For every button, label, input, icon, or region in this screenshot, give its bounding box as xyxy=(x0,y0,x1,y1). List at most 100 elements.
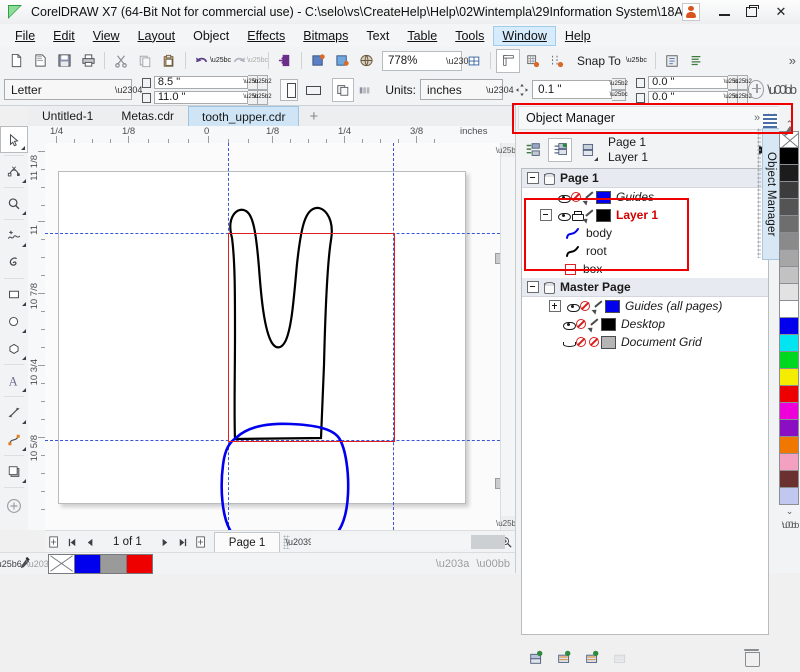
menu-window[interactable]: Window xyxy=(493,25,556,46)
doc-tab-untitled-1[interactable]: Untitled-1 xyxy=(28,106,107,126)
scroll-up-button[interactable]: \u25b2 xyxy=(496,143,515,157)
vertical-ruler[interactable]: 11 1/8 11 10 7/8 10 3/4 10 5/8 xyxy=(28,143,46,530)
undo-dropdown-icon[interactable]: \u25bc xyxy=(210,50,231,72)
object-manager-vertical-tab[interactable]: Object Manager xyxy=(762,128,780,260)
delete-button[interactable] xyxy=(744,648,760,667)
palette-swatch-none[interactable] xyxy=(48,553,75,574)
nudge-value[interactable]: 0.1 " xyxy=(532,80,613,99)
property-bar-overflow-button[interactable]: \u00bb xyxy=(764,82,800,97)
print-icon[interactable] xyxy=(570,210,584,221)
menu-table[interactable]: Table xyxy=(398,26,446,46)
color-swatch-white[interactable] xyxy=(779,301,799,318)
units-combo[interactable]: inches \u2304 xyxy=(420,79,514,100)
add-tool-button[interactable] xyxy=(0,492,28,519)
expander-icon[interactable] xyxy=(527,172,539,184)
menu-object[interactable]: Object xyxy=(184,26,238,46)
menu-help[interactable]: Help xyxy=(556,26,600,46)
menu-layout[interactable]: Layout xyxy=(129,26,185,46)
docker-drag-grip[interactable] xyxy=(757,128,761,258)
shape-tool[interactable] xyxy=(0,158,28,185)
color-swatch-brown[interactable] xyxy=(779,471,799,488)
rectangle-tool[interactable] xyxy=(0,281,28,308)
portrait-button[interactable] xyxy=(279,78,299,101)
duplicate-x-value[interactable]: 0.0 " xyxy=(648,75,729,89)
edit-across-layers-button[interactable] xyxy=(548,137,572,162)
layer-manager-view-button[interactable] xyxy=(575,138,599,162)
new-master-layer-odd-button[interactable] xyxy=(581,646,605,668)
tree-layer-document-grid[interactable]: Document Grid xyxy=(522,333,768,351)
show-object-properties-button[interactable] xyxy=(521,138,545,162)
zoom-fit-icon[interactable] xyxy=(463,50,485,72)
no-print-icon[interactable] xyxy=(575,336,588,348)
tree-object-body[interactable]: body xyxy=(522,224,768,242)
layer-color-swatch[interactable] xyxy=(596,190,611,204)
eye-icon[interactable] xyxy=(562,337,576,348)
tree-group-master-page[interactable]: Master Page xyxy=(522,278,768,297)
menu-file[interactable]: File xyxy=(6,26,44,46)
add-toolbar-item-button[interactable] xyxy=(748,80,765,99)
text-tool[interactable]: A xyxy=(0,367,28,394)
layer-color-swatch[interactable] xyxy=(605,299,620,313)
export-icon[interactable] xyxy=(331,50,353,72)
no-print-icon[interactable] xyxy=(579,300,592,312)
page-width-up[interactable]: \u25b2 xyxy=(253,74,272,90)
nudge-down[interactable]: \u25bc xyxy=(610,89,628,101)
doc-tab-tooth-upper[interactable]: tooth_upper.cdr xyxy=(188,106,300,126)
all-pages-button[interactable] xyxy=(332,77,355,102)
menu-text[interactable]: Text xyxy=(357,26,398,46)
object-manager-tree[interactable]: Page 1 Guides Layer 1 body root box Mast… xyxy=(521,168,769,635)
add-page-after-icon[interactable] xyxy=(192,533,210,551)
nudge-up[interactable]: \u25b2 xyxy=(609,78,628,90)
canvas-vertical-scrollbar[interactable]: \u25b2 \u25bc xyxy=(496,143,515,530)
layer-color-swatch[interactable] xyxy=(596,208,611,222)
pen-edit-icon[interactable] xyxy=(583,210,596,221)
next-page-button[interactable] xyxy=(156,533,174,551)
menu-edit[interactable]: Edit xyxy=(44,26,84,46)
user-account-icon[interactable] xyxy=(682,3,700,21)
tree-layer-guides-all-pages[interactable]: Guides (all pages) xyxy=(522,297,768,315)
show-guides-icon[interactable] xyxy=(546,50,568,72)
tree-group-page-1[interactable]: Page 1 xyxy=(522,169,768,188)
dimension-tool[interactable] xyxy=(0,399,28,426)
duplicate-y-value[interactable]: 0.0 " xyxy=(648,90,729,104)
palette-eyedropper-icon[interactable] xyxy=(781,124,797,140)
redo-dropdown-icon[interactable]: \u25bc xyxy=(247,50,268,72)
menu-view[interactable]: View xyxy=(84,26,129,46)
smart-fill-tool[interactable] xyxy=(0,249,28,276)
show-grid-icon[interactable] xyxy=(522,50,544,72)
chevron-down-icon[interactable]: \u2304 xyxy=(446,56,474,66)
ellipse-tool[interactable] xyxy=(0,308,28,335)
no-print-icon[interactable] xyxy=(575,318,588,330)
horizontal-scroll-thumb[interactable] xyxy=(471,535,506,549)
color-swatch-red[interactable] xyxy=(779,386,799,403)
palette-expand-button[interactable]: \u00bb xyxy=(476,558,510,570)
color-swatch-gray-70[interactable] xyxy=(779,199,799,216)
zoom-level-combo[interactable]: 778% \u2304 xyxy=(382,50,474,71)
page-width-value[interactable]: 8.5 " xyxy=(153,75,248,89)
color-swatch-magenta[interactable] xyxy=(779,403,799,420)
duplicate-x-up[interactable]: \u25b2 xyxy=(733,74,752,90)
first-page-button[interactable] xyxy=(63,533,81,551)
color-swatch-cyan[interactable] xyxy=(779,335,799,352)
restore-button[interactable] xyxy=(740,2,766,22)
paste-icon[interactable] xyxy=(158,50,180,72)
doc-tab-metas[interactable]: Metas.cdr xyxy=(107,106,188,126)
previous-page-button[interactable] xyxy=(81,533,99,551)
color-swatch-blue[interactable] xyxy=(779,318,799,335)
new-document-icon[interactable] xyxy=(5,50,27,72)
zoom-tool[interactable] xyxy=(0,190,28,217)
menu-bitmaps[interactable]: Bitmaps xyxy=(294,26,357,46)
expander-icon[interactable] xyxy=(549,300,561,312)
menu-effects[interactable]: Effects xyxy=(238,26,294,46)
page-tab-page-1[interactable]: Page 1 xyxy=(213,532,281,552)
open-document-icon[interactable] xyxy=(29,50,51,72)
no-edit-icon[interactable] xyxy=(588,336,601,348)
expand-right-icon[interactable]: \u25b6 xyxy=(0,555,22,573)
pen-edit-icon[interactable] xyxy=(592,301,605,312)
drawing-canvas[interactable]: \u25b2 \u25bc xyxy=(45,143,515,530)
tree-object-box[interactable]: box xyxy=(522,260,768,278)
color-swatch-gray-80[interactable] xyxy=(779,182,799,199)
eye-icon[interactable] xyxy=(557,192,571,203)
page-height-up[interactable]: \u25b2 xyxy=(253,89,272,105)
color-swatch-pink[interactable] xyxy=(779,454,799,471)
